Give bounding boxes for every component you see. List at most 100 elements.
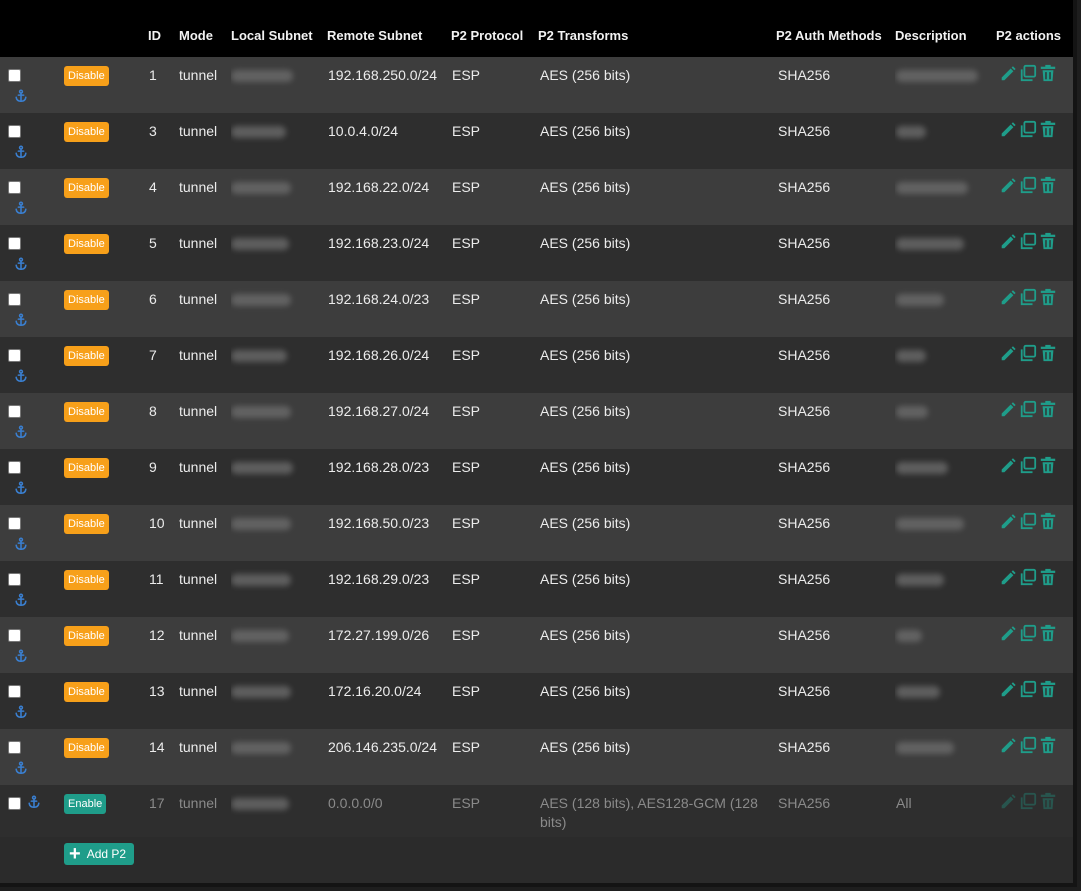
- row-checkbox[interactable]: [8, 405, 21, 418]
- trash-icon[interactable]: [1039, 511, 1057, 531]
- row-checkbox[interactable]: [8, 69, 21, 82]
- anchor-icon[interactable]: [14, 649, 28, 663]
- disable-button[interactable]: Disable: [64, 738, 109, 758]
- row-checkbox[interactable]: [8, 685, 21, 698]
- header-local-subnet[interactable]: Local Subnet: [231, 0, 326, 57]
- actions-cell: [996, 617, 1073, 673]
- pencil-icon[interactable]: [999, 119, 1017, 139]
- trash-icon[interactable]: [1039, 175, 1057, 195]
- pencil-icon[interactable]: [999, 791, 1017, 811]
- row-checkbox[interactable]: [8, 517, 21, 530]
- trash-icon[interactable]: [1039, 343, 1057, 363]
- pencil-icon[interactable]: [999, 343, 1017, 363]
- pencil-icon[interactable]: [999, 287, 1017, 307]
- header-id[interactable]: ID: [148, 0, 179, 57]
- disable-button[interactable]: Disable: [64, 570, 109, 590]
- anchor-icon[interactable]: [14, 257, 28, 271]
- pencil-icon[interactable]: [999, 511, 1017, 531]
- disable-button[interactable]: Disable: [64, 514, 109, 534]
- pencil-icon[interactable]: [999, 63, 1017, 83]
- anchor-icon[interactable]: [14, 369, 28, 383]
- anchor-icon[interactable]: [14, 201, 28, 215]
- trash-icon[interactable]: [1039, 791, 1057, 811]
- disable-button[interactable]: Disable: [64, 234, 109, 254]
- row-checkbox[interactable]: [8, 293, 21, 306]
- auth-methods-cell: SHA256: [778, 459, 831, 475]
- row-checkbox[interactable]: [8, 125, 21, 138]
- trash-icon[interactable]: [1039, 735, 1057, 755]
- copy-icon[interactable]: [1019, 119, 1037, 139]
- pencil-icon[interactable]: [999, 623, 1017, 643]
- pencil-icon[interactable]: [999, 735, 1017, 755]
- disable-button[interactable]: Disable: [64, 290, 109, 310]
- trash-icon[interactable]: [1039, 287, 1057, 307]
- copy-icon[interactable]: [1019, 231, 1037, 251]
- pencil-icon[interactable]: [999, 175, 1017, 195]
- header-remote-subnet[interactable]: Remote Subnet: [326, 0, 451, 57]
- row-checkbox[interactable]: [8, 237, 21, 250]
- anchor-icon[interactable]: [14, 705, 28, 719]
- disable-button[interactable]: Disable: [64, 402, 109, 422]
- copy-icon[interactable]: [1019, 63, 1037, 83]
- header-mode[interactable]: Mode: [179, 0, 231, 57]
- anchor-icon[interactable]: [14, 593, 28, 607]
- redacted-local-subnet: [231, 462, 293, 474]
- disable-button[interactable]: Disable: [64, 178, 109, 198]
- mode-cell: tunnel: [179, 235, 218, 251]
- trash-icon[interactable]: [1039, 63, 1057, 83]
- trash-icon[interactable]: [1039, 567, 1057, 587]
- row-checkbox[interactable]: [8, 629, 21, 642]
- row-checkbox[interactable]: [8, 349, 21, 362]
- pencil-icon[interactable]: [999, 399, 1017, 419]
- trash-icon[interactable]: [1039, 679, 1057, 699]
- row-checkbox[interactable]: [8, 797, 21, 810]
- header-description[interactable]: Description: [895, 0, 996, 57]
- copy-icon[interactable]: [1019, 679, 1037, 699]
- disable-button[interactable]: Disable: [64, 682, 109, 702]
- pencil-icon[interactable]: [999, 567, 1017, 587]
- copy-icon[interactable]: [1019, 343, 1037, 363]
- disable-button[interactable]: Disable: [64, 122, 109, 142]
- disable-button[interactable]: Disable: [64, 458, 109, 478]
- disable-button[interactable]: Disable: [64, 626, 109, 646]
- copy-icon[interactable]: [1019, 623, 1037, 643]
- copy-icon[interactable]: [1019, 791, 1037, 811]
- actions-cell: [996, 225, 1073, 281]
- trash-icon[interactable]: [1039, 231, 1057, 251]
- header-p2-transforms[interactable]: P2 Transforms: [538, 0, 776, 57]
- trash-icon[interactable]: [1039, 399, 1057, 419]
- header-p2-auth-methods[interactable]: P2 Auth Methods: [776, 0, 895, 57]
- local-subnet-cell: [231, 785, 326, 837]
- disable-button[interactable]: Disable: [64, 66, 109, 86]
- copy-icon[interactable]: [1019, 455, 1037, 475]
- trash-icon[interactable]: [1039, 119, 1057, 139]
- trash-icon[interactable]: [1039, 623, 1057, 643]
- header-p2-protocol[interactable]: P2 Protocol: [451, 0, 538, 57]
- pencil-icon[interactable]: [999, 679, 1017, 699]
- enable-button[interactable]: Enable: [64, 794, 107, 814]
- row-checkbox[interactable]: [8, 181, 21, 194]
- row-checkbox[interactable]: [8, 461, 21, 474]
- anchor-icon[interactable]: [14, 761, 28, 775]
- trash-icon[interactable]: [1039, 455, 1057, 475]
- anchor-icon[interactable]: [27, 795, 41, 809]
- disable-button[interactable]: Disable: [64, 346, 109, 366]
- copy-icon[interactable]: [1019, 287, 1037, 307]
- add-p2-button[interactable]: + Add P2: [64, 843, 135, 865]
- pencil-icon[interactable]: [999, 455, 1017, 475]
- copy-icon[interactable]: [1019, 399, 1037, 419]
- anchor-icon[interactable]: [14, 145, 28, 159]
- anchor-icon[interactable]: [14, 89, 28, 103]
- copy-icon[interactable]: [1019, 735, 1037, 755]
- copy-icon[interactable]: [1019, 511, 1037, 531]
- anchor-icon[interactable]: [14, 481, 28, 495]
- plus-icon: +: [69, 843, 81, 865]
- row-checkbox[interactable]: [8, 573, 21, 586]
- anchor-icon[interactable]: [14, 425, 28, 439]
- copy-icon[interactable]: [1019, 175, 1037, 195]
- anchor-icon[interactable]: [14, 313, 28, 327]
- copy-icon[interactable]: [1019, 567, 1037, 587]
- pencil-icon[interactable]: [999, 231, 1017, 251]
- row-checkbox[interactable]: [8, 741, 21, 754]
- anchor-icon[interactable]: [14, 537, 28, 551]
